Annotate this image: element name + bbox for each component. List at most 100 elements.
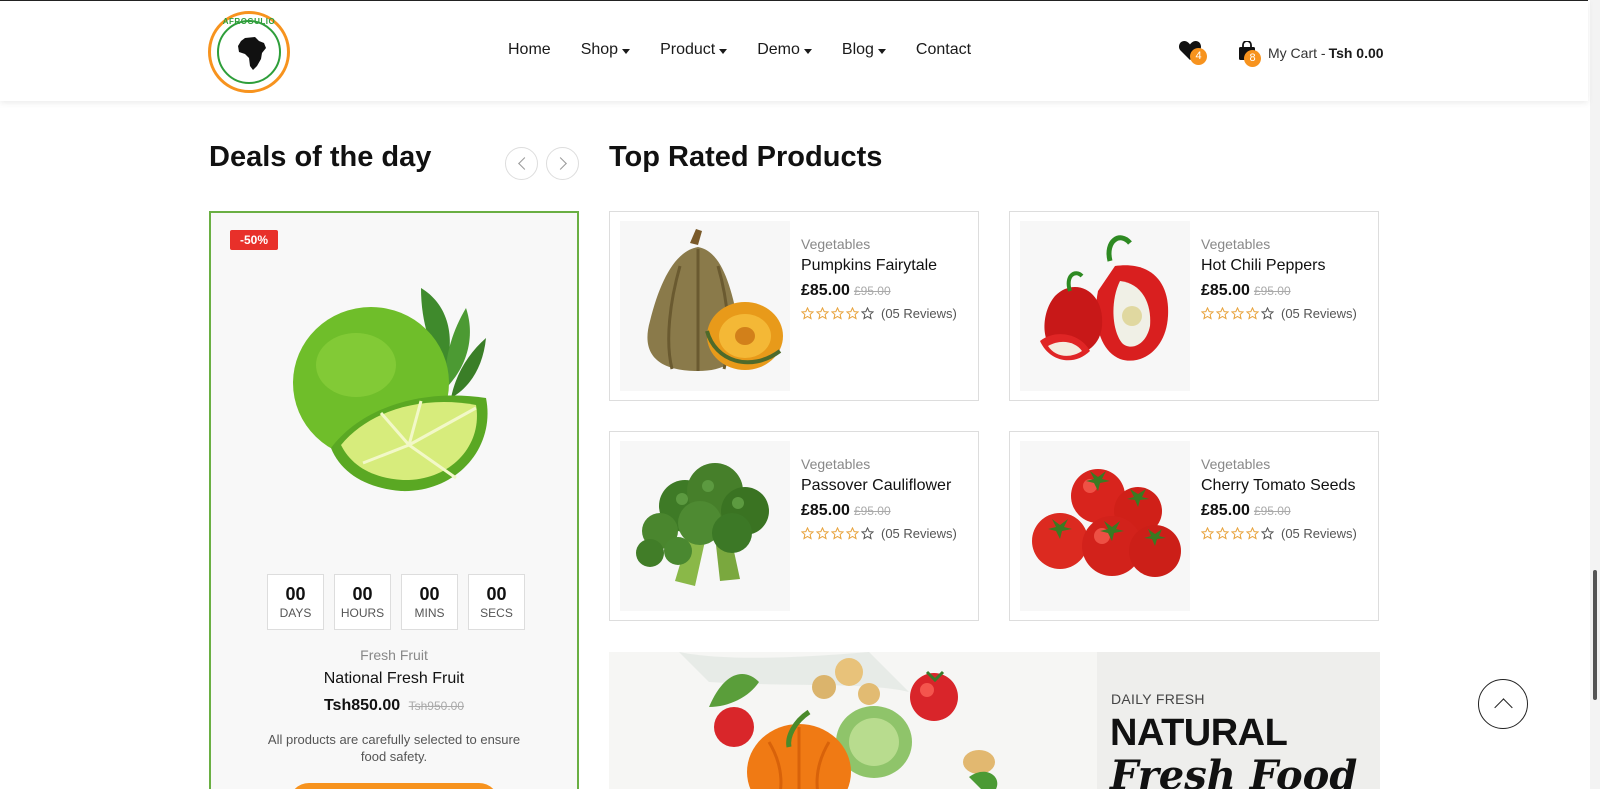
star-icon xyxy=(816,527,829,540)
countdown-days: 00 DAYS xyxy=(267,574,324,630)
vegetables-illustration xyxy=(679,652,998,789)
nav-home-label: Home xyxy=(508,41,551,58)
lime-image xyxy=(293,288,488,492)
star-icon xyxy=(1246,527,1259,540)
countdown-mins-label: MINS xyxy=(414,606,445,620)
countdown-mins-value: 00 xyxy=(419,584,440,604)
cart-button[interactable]: 8 My Cart - Tsh 0.00 xyxy=(1238,39,1384,67)
star-icon xyxy=(1216,307,1229,320)
product-old-price: £95.00 xyxy=(1253,284,1291,298)
nav-blog[interactable]: Blog xyxy=(842,41,886,59)
product-name[interactable]: Pumpkins Fairytale xyxy=(801,257,976,275)
banner-title: NATURAL xyxy=(1110,712,1288,754)
product-rating: (05 Reviews) xyxy=(1201,526,1376,541)
star-icon xyxy=(1261,307,1274,320)
product-current-price: £85.00 xyxy=(801,502,850,519)
star-icon xyxy=(1261,527,1274,540)
deals-prev-button[interactable] xyxy=(505,147,538,180)
product-price: £85.00 £95.00 xyxy=(801,282,976,300)
cart-count-badge: 8 xyxy=(1244,50,1261,67)
nav-shop-label: Shop xyxy=(580,41,619,58)
site-header: AFROGULIO Home Shop Product Demo Blog Co… xyxy=(0,0,1588,101)
product-price: £85.00 £95.00 xyxy=(1201,282,1376,300)
deals-next-button[interactable] xyxy=(546,147,579,180)
product-review-count: (05 Reviews) xyxy=(1281,526,1357,541)
star-icon xyxy=(831,527,844,540)
countdown-days-label: DAYS xyxy=(279,606,312,620)
product-card[interactable]: Vegetables Passover Cauliflower £85.00 £95.… xyxy=(609,431,979,621)
nav-product-label: Product xyxy=(660,41,716,58)
nav-contact[interactable]: Contact xyxy=(916,41,971,59)
star-icon xyxy=(831,307,844,320)
nav-product[interactable]: Product xyxy=(660,41,728,59)
product-image[interactable] xyxy=(1020,441,1190,611)
product-old-price: £95.00 xyxy=(1253,504,1291,518)
product-image[interactable] xyxy=(620,221,790,391)
nav-shop[interactable]: Shop xyxy=(580,41,631,59)
star-icon xyxy=(816,307,829,320)
countdown-secs-label: SECS xyxy=(480,606,513,620)
caret-down-icon xyxy=(877,48,886,54)
product-price: £85.00 £95.00 xyxy=(801,502,976,520)
scroll-to-top-button[interactable] xyxy=(1478,679,1528,729)
countdown-mins: 00 MINS xyxy=(401,574,458,630)
countdown-hours-value: 00 xyxy=(352,584,373,604)
star-icon xyxy=(1201,527,1214,540)
cart-total: Tsh 0.00 xyxy=(1328,45,1384,61)
page-scrollbar[interactable] xyxy=(1590,0,1600,789)
countdown-hours-label: HOURS xyxy=(340,606,385,620)
product-info: Vegetables Hot Chili Peppers £85.00 £95.00 (… xyxy=(1201,236,1376,321)
deals-heading: Deals of the day xyxy=(209,141,432,173)
product-info: Vegetables Pumpkins Fairytale £85.00 £95.00… xyxy=(801,236,976,321)
nav-contact-label: Contact xyxy=(915,41,972,58)
logo-ring xyxy=(217,20,281,84)
chevron-right-icon xyxy=(554,157,567,170)
product-name[interactable]: Passover Cauliflower xyxy=(801,477,976,495)
deal-price: Tsh850.00 Tsh950.00 xyxy=(211,697,577,715)
caret-down-icon xyxy=(803,48,812,54)
product-name[interactable]: Cherry Tomato Seeds xyxy=(1201,477,1376,495)
product-name[interactable]: Hot Chili Peppers xyxy=(1201,257,1376,275)
star-icon xyxy=(861,527,874,540)
nav-home[interactable]: Home xyxy=(508,41,551,59)
product-current-price: £85.00 xyxy=(801,282,850,299)
deal-product-image[interactable] xyxy=(271,273,511,513)
scrollbar-thumb[interactable] xyxy=(1593,570,1597,700)
product-category: Vegetables xyxy=(1201,456,1271,472)
star-icon xyxy=(1201,307,1214,320)
chevron-left-icon xyxy=(518,157,531,170)
star-icon xyxy=(846,527,859,540)
deal-category: Fresh Fruit xyxy=(360,647,428,663)
brand-logo[interactable]: AFROGULIO xyxy=(208,11,290,93)
product-price: £85.00 £95.00 xyxy=(1201,502,1376,520)
product-image[interactable] xyxy=(1020,221,1190,391)
product-category: Vegetables xyxy=(1201,236,1271,252)
nav-demo[interactable]: Demo xyxy=(757,41,812,59)
star-icon xyxy=(801,307,814,320)
product-card[interactable]: Vegetables Pumpkins Fairytale £85.00 £95.00… xyxy=(609,211,979,401)
promo-banner[interactable]: DAILY FRESH NATURAL Fresh Food xyxy=(609,652,1380,789)
deal-countdown: 00 DAYS 00 HOURS 00 MINS 00 SECS xyxy=(267,574,525,630)
deal-card: -50% 00 DAYS 00 HOURS 00 MINS 00 SECS Fr… xyxy=(209,211,579,789)
product-card[interactable]: Vegetables Hot Chili Peppers £85.00 £95.00 (… xyxy=(1009,211,1379,401)
product-card[interactable]: Vegetables Cherry Tomato Seeds £85.00 £95.0… xyxy=(1009,431,1379,621)
deal-add-to-cart-button[interactable] xyxy=(289,783,499,789)
product-old-price: £95.00 xyxy=(853,284,891,298)
deal-product-name[interactable]: National Fresh Fruit xyxy=(211,670,577,688)
africa-map-icon xyxy=(238,37,266,70)
countdown-secs-value: 00 xyxy=(486,584,507,604)
product-rating: (05 Reviews) xyxy=(801,306,976,321)
star-icon xyxy=(861,307,874,320)
deal-current-price: Tsh850.00 xyxy=(323,697,401,714)
wishlist-count-badge: 4 xyxy=(1190,48,1207,65)
star-icon xyxy=(1246,307,1259,320)
product-rating: (05 Reviews) xyxy=(1201,306,1376,321)
product-image[interactable] xyxy=(620,441,790,611)
product-category: Vegetables xyxy=(801,236,871,252)
product-review-count: (05 Reviews) xyxy=(1281,306,1357,321)
wishlist-button[interactable]: 4 xyxy=(1178,39,1207,65)
star-icon xyxy=(1231,527,1244,540)
product-info: Vegetables Cherry Tomato Seeds £85.00 £95.0… xyxy=(1201,456,1376,541)
star-icon xyxy=(801,527,814,540)
countdown-secs: 00 SECS xyxy=(468,574,525,630)
